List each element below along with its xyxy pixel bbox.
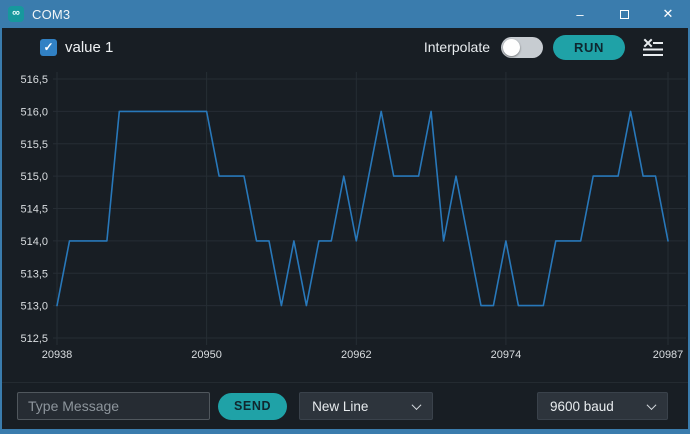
svg-text:20987: 20987 bbox=[653, 349, 684, 361]
run-button[interactable]: RUN bbox=[553, 34, 625, 60]
svg-text:513,0: 513,0 bbox=[20, 301, 48, 313]
svg-text:514,5: 514,5 bbox=[20, 204, 48, 216]
svg-text:20950: 20950 bbox=[191, 349, 222, 361]
clear-output-button[interactable] bbox=[642, 37, 664, 57]
svg-text:515,0: 515,0 bbox=[20, 171, 48, 183]
maximize-icon bbox=[619, 9, 629, 19]
message-input[interactable] bbox=[17, 392, 210, 420]
toggle-knob-icon bbox=[503, 38, 521, 56]
baud-rate-select[interactable]: 9600 baud bbox=[537, 392, 668, 420]
svg-text:20974: 20974 bbox=[491, 349, 522, 361]
interpolate-label: Interpolate bbox=[423, 39, 491, 55]
message-bar: SEND New Line 9600 baud bbox=[2, 382, 688, 429]
arduino-icon: ∞ bbox=[8, 6, 24, 22]
serial-plot: 516,5 516,0 515,5 515,0 514,5 514,0 513,5 513,0… bbox=[20, 72, 686, 361]
baud-rate-value: 9600 baud bbox=[550, 398, 614, 414]
window-title: COM3 bbox=[32, 6, 71, 22]
line-ending-value: New Line bbox=[312, 398, 369, 414]
chart-area: 516,5 516,0 515,5 515,0 514,5 514,0 513,5 513,0… bbox=[2, 66, 688, 382]
svg-text:514,0: 514,0 bbox=[20, 236, 48, 248]
maximize-button[interactable] bbox=[602, 0, 646, 28]
svg-text:516,5: 516,5 bbox=[20, 74, 48, 86]
line-ending-select[interactable]: New Line bbox=[299, 392, 434, 420]
close-button[interactable]: ✕ bbox=[646, 0, 688, 28]
titlebar: ∞ COM3 – ✕ bbox=[2, 0, 688, 28]
series-checkbox[interactable]: ✓ bbox=[40, 38, 57, 56]
chevron-down-icon bbox=[411, 399, 422, 410]
chevron-down-icon bbox=[646, 399, 657, 410]
series-label: value 1 bbox=[65, 38, 114, 56]
minimize-icon: – bbox=[576, 6, 584, 22]
svg-text:516,0: 516,0 bbox=[20, 106, 48, 118]
toolbar: ✓ value 1 Interpolate RUN bbox=[2, 28, 688, 66]
send-button[interactable]: SEND bbox=[218, 392, 288, 420]
svg-text:513,5: 513,5 bbox=[20, 268, 48, 280]
window-controls: – ✕ bbox=[558, 0, 688, 28]
clear-output-icon bbox=[643, 38, 663, 56]
minimize-button[interactable]: – bbox=[558, 0, 602, 28]
svg-text:20962: 20962 bbox=[341, 349, 372, 361]
interpolate-toggle[interactable] bbox=[501, 36, 544, 58]
close-icon: ✕ bbox=[662, 6, 674, 21]
serial-plotter-window: ∞ COM3 – ✕ ✓ value 1 Interpolate RUN 516… bbox=[0, 0, 690, 434]
svg-text:20938: 20938 bbox=[42, 349, 73, 361]
svg-text:512,5: 512,5 bbox=[20, 333, 48, 345]
svg-text:515,5: 515,5 bbox=[20, 139, 48, 151]
toolbar-right: Interpolate RUN bbox=[423, 34, 664, 60]
